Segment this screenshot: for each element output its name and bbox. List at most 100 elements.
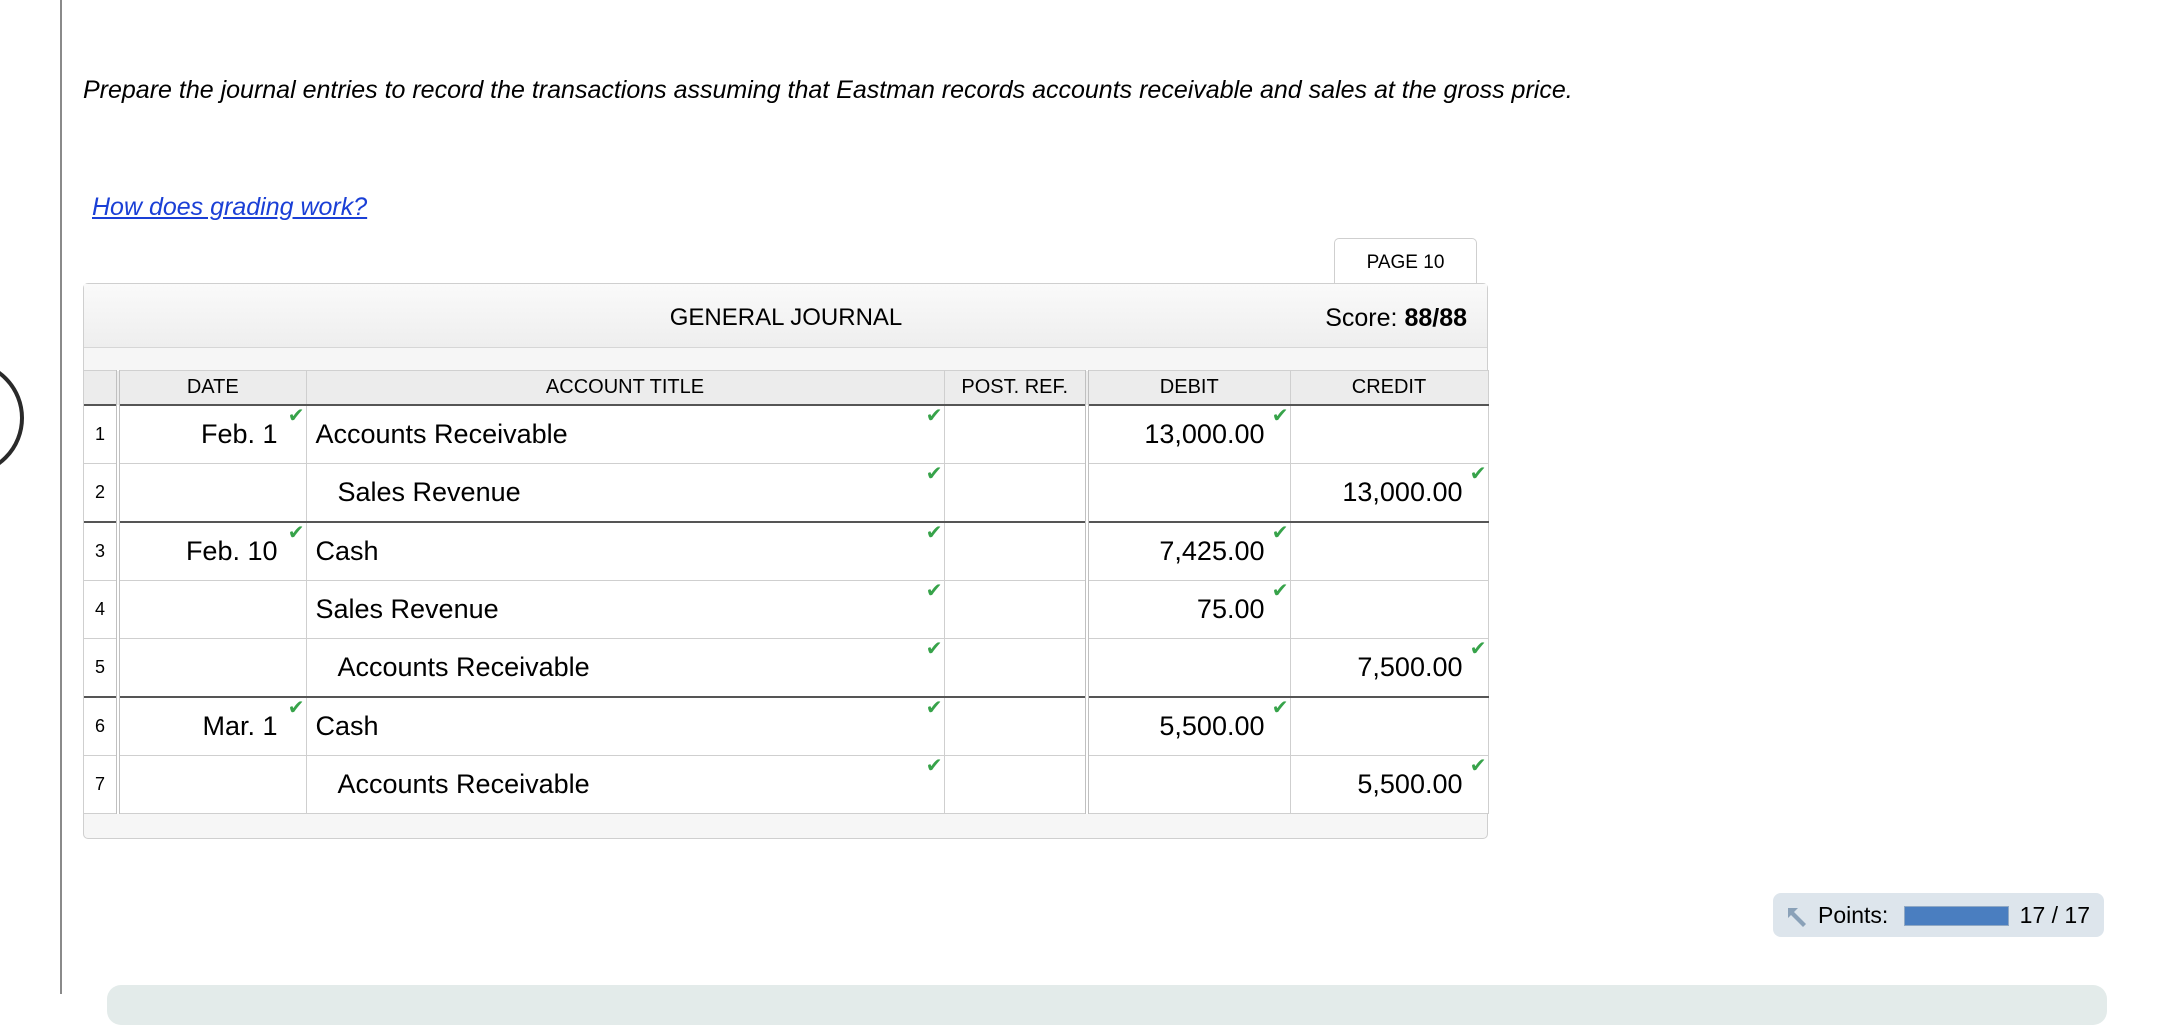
date-cell[interactable]: Feb. 1 ✔ [118, 405, 307, 464]
date-cell-text: Mar. 1 [202, 711, 278, 741]
checkmark-icon: ✔ [1271, 405, 1289, 427]
score: Score: 88/88 [1325, 304, 1467, 333]
credit-cell-text: 5,500.00 [1357, 769, 1463, 799]
debit-cell-text: 75.00 [1196, 594, 1265, 624]
post-ref-cell[interactable] [944, 522, 1089, 581]
journal-row: 2 Sales Revenue ✔ 13,000.00 ✔ [84, 463, 1489, 523]
journal-row: 6 Mar. 1 ✔ Cash ✔ 5,500.00 ✔ [84, 697, 1489, 756]
journal-row: 3 Feb. 10 ✔ Cash ✔ 7,425.00 ✔ [84, 522, 1489, 581]
account-title-cell[interactable]: Accounts Receivable ✔ [306, 638, 945, 698]
credit-cell-text: 7,500.00 [1357, 652, 1463, 682]
points-label: Points: [1818, 902, 1889, 928]
points-progress-fill [1905, 907, 2008, 925]
credit-cell[interactable] [1290, 697, 1489, 756]
checkmark-icon: ✔ [925, 405, 943, 427]
checkmark-icon: ✔ [925, 755, 943, 777]
journal-row: 5 Accounts Receivable ✔ 7,500.00 ✔ [84, 638, 1489, 698]
account-title-cell[interactable]: Sales Revenue ✔ [306, 580, 945, 639]
credit-cell[interactable] [1290, 405, 1489, 464]
journal-row: 4 Sales Revenue ✔ 75.00 ✔ [84, 580, 1489, 639]
row-number: 4 [84, 580, 120, 639]
credit-cell[interactable]: 13,000.00 ✔ [1290, 463, 1489, 523]
date-cell-text: Feb. 1 [200, 419, 278, 449]
journal-body: 1 Feb. 1 ✔ Accounts Receivable ✔ 13,000.00 ✔ 2 S… [84, 405, 1489, 814]
account-title-cell-text: Accounts Receivable [337, 652, 590, 682]
checkmark-icon: ✔ [287, 697, 305, 719]
credit-cell[interactable]: 7,500.00 ✔ [1290, 638, 1489, 698]
date-cell[interactable] [118, 580, 307, 639]
account-title-cell[interactable]: Cash ✔ [306, 522, 945, 581]
row-number: 5 [84, 638, 120, 698]
post-ref-cell[interactable] [944, 580, 1089, 639]
checkmark-icon: ✔ [925, 638, 943, 660]
account-title-cell-text: Accounts Receivable [337, 769, 590, 799]
checkmark-icon: ✔ [1271, 580, 1289, 602]
credit-cell[interactable] [1290, 522, 1489, 581]
date-cell[interactable] [118, 755, 307, 814]
row-number: 3 [84, 522, 120, 581]
date-cell[interactable]: Feb. 10 ✔ [118, 522, 307, 581]
checkmark-icon: ✔ [287, 405, 305, 427]
points-value: 17 / 17 [2019, 902, 2090, 928]
score-value: 88/88 [1404, 304, 1467, 332]
journal-row: 1 Feb. 1 ✔ Accounts Receivable ✔ 13,000.00 ✔ [84, 405, 1489, 464]
points-widget: Points: 17 / 17 [1773, 893, 2104, 937]
journal-title: GENERAL JOURNAL [669, 304, 903, 331]
row-number-text: 6 [94, 716, 105, 736]
debit-column-header: DEBIT [1087, 370, 1291, 406]
debit-cell[interactable]: 13,000.00 ✔ [1087, 405, 1291, 464]
credit-cell[interactable]: 5,500.00 ✔ [1290, 755, 1489, 814]
checkmark-icon: ✔ [925, 580, 943, 602]
debit-cell[interactable]: 5,500.00 ✔ [1087, 697, 1291, 756]
row-number-text: 7 [94, 774, 105, 794]
post-ref-cell[interactable] [944, 463, 1089, 523]
checkmark-icon: ✔ [1271, 697, 1289, 719]
debit-cell[interactable] [1087, 755, 1291, 814]
checkmark-icon: ✔ [925, 697, 943, 719]
credit-cell-text: 13,000.00 [1342, 477, 1463, 507]
score-label: Score: [1325, 304, 1398, 332]
debit-cell-text: 5,500.00 [1159, 711, 1265, 741]
account-title-cell-text: Cash [315, 711, 379, 741]
journal-header-row: DATE ACCOUNT TITLE POST. REF. DEBIT CRED… [84, 370, 1489, 406]
debit-cell[interactable]: 7,425.00 ✔ [1087, 522, 1291, 581]
points-arrow-icon [1788, 908, 1806, 927]
credit-column-header: CREDIT [1290, 370, 1489, 406]
row-number-text: 5 [94, 657, 105, 677]
date-cell[interactable]: Mar. 1 ✔ [118, 697, 307, 756]
post-ref-cell[interactable] [944, 638, 1089, 698]
debit-cell-text: 13,000.00 [1144, 419, 1265, 449]
post-ref-cell[interactable] [944, 405, 1089, 464]
post-ref-cell[interactable] [944, 755, 1089, 814]
row-number-text: 1 [94, 424, 105, 444]
account-title-cell[interactable]: Accounts Receivable ✔ [306, 755, 945, 814]
journal-row: 7 Accounts Receivable ✔ 5,500.00 ✔ [84, 755, 1489, 814]
checkmark-icon: ✔ [287, 522, 305, 544]
date-cell-text: Feb. 10 [185, 536, 278, 566]
checkmark-icon: ✔ [1271, 522, 1289, 544]
instructions-text: Prepare the journal entries to record th… [83, 76, 1573, 104]
post-ref-cell[interactable] [944, 697, 1089, 756]
row-number-header [84, 370, 120, 406]
account-title-cell[interactable]: Accounts Receivable ✔ [306, 405, 945, 464]
account-title-cell-text: Accounts Receivable [315, 419, 568, 449]
debit-cell-text: 7,425.00 [1159, 536, 1265, 566]
row-number: 2 [84, 463, 120, 523]
account-title-cell[interactable]: Sales Revenue ✔ [306, 463, 945, 523]
account-title-cell[interactable]: Cash ✔ [306, 697, 945, 756]
date-column-header: DATE [118, 370, 307, 406]
date-cell[interactable] [118, 638, 307, 698]
debit-cell[interactable] [1087, 638, 1291, 698]
how-grading-works-link[interactable]: How does grading work? [92, 193, 367, 222]
date-cell[interactable] [118, 463, 307, 523]
debit-cell[interactable]: 75.00 ✔ [1087, 580, 1291, 639]
points-progress-bar [1904, 906, 2009, 926]
row-number-text: 4 [94, 599, 105, 619]
account-title-cell-text: Cash [315, 536, 379, 566]
checkmark-icon: ✔ [1469, 463, 1487, 485]
credit-cell[interactable] [1290, 580, 1489, 639]
page-tab[interactable]: PAGE 10 [1334, 238, 1477, 286]
checkmark-icon: ✔ [925, 463, 943, 485]
debit-cell[interactable] [1087, 463, 1291, 523]
row-number-text: 3 [94, 541, 105, 561]
